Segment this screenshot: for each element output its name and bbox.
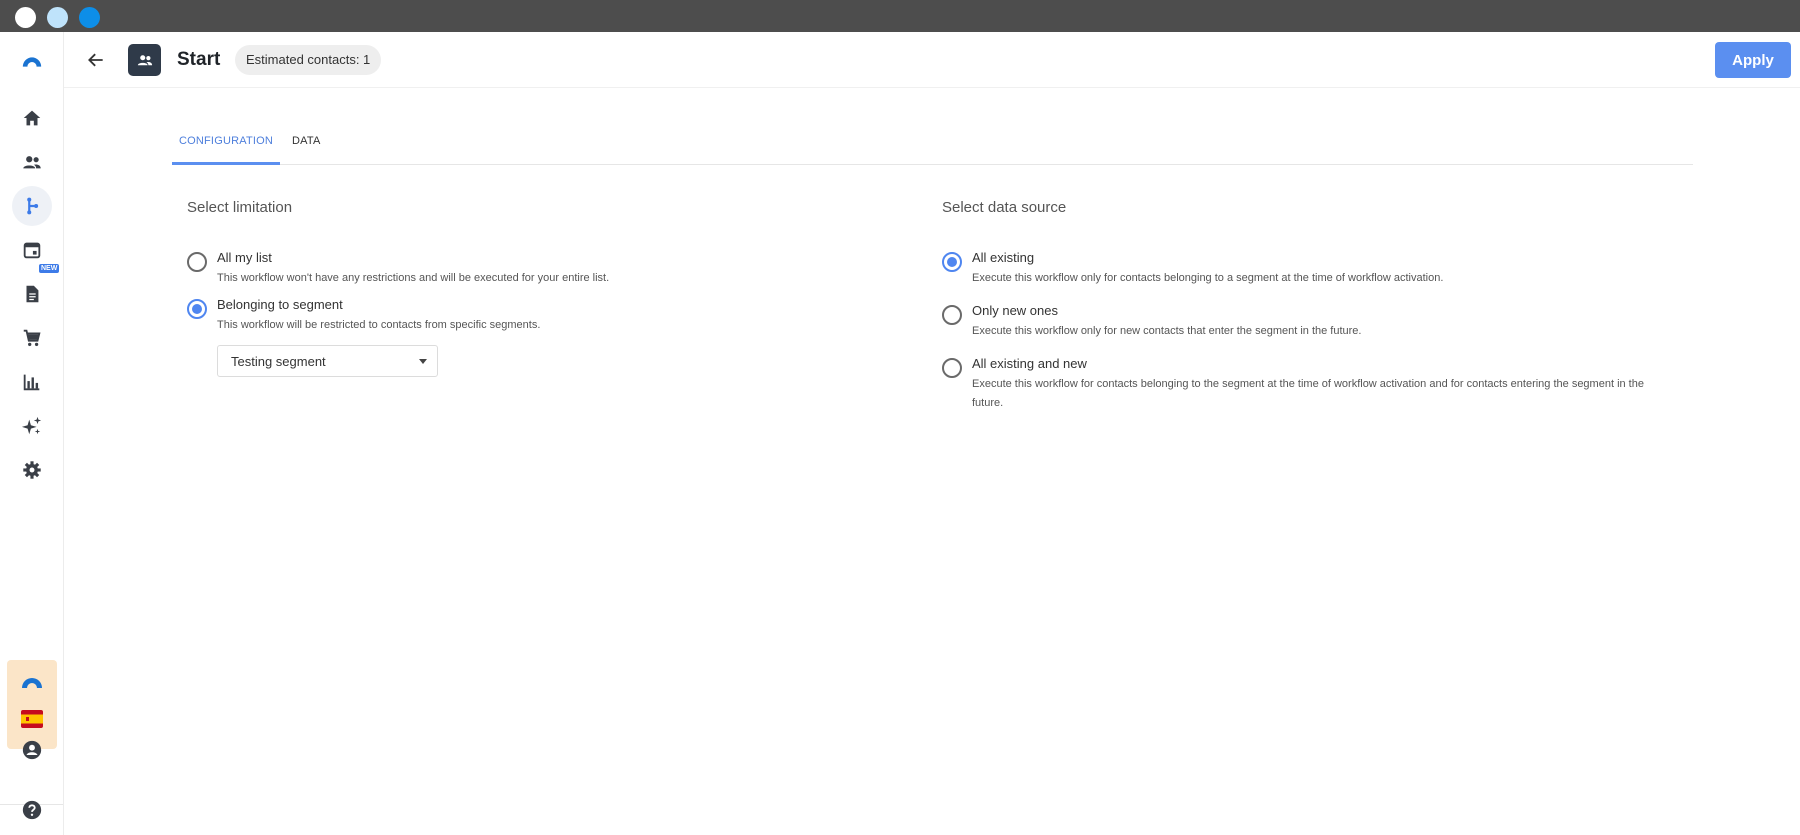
segment-select-value: Testing segment bbox=[231, 354, 326, 369]
brand-logo-icon bbox=[22, 678, 42, 688]
contacts-icon[interactable] bbox=[12, 142, 52, 182]
window-titlebar bbox=[0, 0, 1800, 32]
account-icon[interactable] bbox=[12, 730, 52, 770]
option-label: All existing bbox=[972, 250, 1035, 265]
top-bar: Start Estimated contacts: 1 Apply bbox=[64, 32, 1800, 88]
data-source-option-all-existing[interactable]: All existing Execute this workflow only … bbox=[942, 250, 1682, 292]
start-node-icon bbox=[128, 44, 161, 76]
tab-bar: CONFIGURATION DATA bbox=[172, 126, 1693, 165]
data-source-option-only-new[interactable]: Only new ones Execute this workflow only… bbox=[942, 303, 1682, 345]
option-label: All my list bbox=[217, 250, 272, 265]
option-label: Only new ones bbox=[972, 303, 1058, 318]
apply-button[interactable]: Apply bbox=[1715, 42, 1791, 78]
option-description: Execute this workflow only for new conta… bbox=[972, 325, 1362, 337]
segment-select[interactable]: Testing segment bbox=[217, 345, 438, 377]
document-icon[interactable] bbox=[12, 274, 52, 314]
option-description: This workflow won't have any restriction… bbox=[217, 272, 610, 284]
option-label: Belonging to segment bbox=[217, 297, 343, 312]
radio-button[interactable] bbox=[942, 305, 962, 325]
radio-button-checked[interactable] bbox=[187, 299, 207, 319]
radio-button[interactable] bbox=[942, 358, 962, 378]
data-source-section-title: Select data source bbox=[942, 199, 1067, 216]
window-minimize-button[interactable] bbox=[47, 7, 68, 28]
cart-icon[interactable] bbox=[12, 318, 52, 358]
option-description: Execute this workflow for contacts belon… bbox=[972, 378, 1644, 409]
back-arrow-icon[interactable] bbox=[82, 46, 110, 74]
option-label: All existing and new bbox=[972, 356, 1087, 371]
radio-button-checked[interactable] bbox=[942, 252, 962, 272]
gear-icon[interactable] bbox=[12, 450, 52, 490]
limitation-option-segment[interactable]: Belonging to segment This workflow will … bbox=[187, 297, 787, 339]
sparkles-icon[interactable] bbox=[12, 406, 52, 446]
tab-configuration[interactable]: CONFIGURATION bbox=[172, 126, 280, 165]
home-icon[interactable] bbox=[12, 98, 52, 138]
option-description: This workflow will be restricted to cont… bbox=[217, 319, 541, 331]
window-close-button[interactable] bbox=[15, 7, 36, 28]
page-title: Start bbox=[177, 49, 221, 70]
sidebar: NEW bbox=[0, 32, 64, 835]
logo-icon[interactable] bbox=[12, 42, 52, 82]
estimated-contacts-badge: Estimated contacts: 1 bbox=[235, 45, 382, 75]
spain-flag-icon bbox=[21, 710, 43, 728]
help-icon[interactable] bbox=[12, 790, 52, 830]
data-source-option-existing-and-new[interactable]: All existing and new Execute this workfl… bbox=[942, 356, 1682, 418]
caret-down-icon bbox=[419, 359, 427, 364]
radio-button[interactable] bbox=[187, 252, 207, 272]
tab-data[interactable]: DATA bbox=[292, 126, 342, 165]
limitation-option-all-list[interactable]: All my list This workflow won't have any… bbox=[187, 250, 787, 292]
workflow-icon[interactable] bbox=[12, 186, 52, 226]
option-description: Execute this workflow only for contacts … bbox=[972, 272, 1444, 284]
window-zoom-button[interactable] bbox=[79, 7, 100, 28]
new-badge: NEW bbox=[39, 264, 60, 273]
limitation-section-title: Select limitation bbox=[187, 199, 293, 216]
chart-icon[interactable] bbox=[12, 362, 52, 402]
